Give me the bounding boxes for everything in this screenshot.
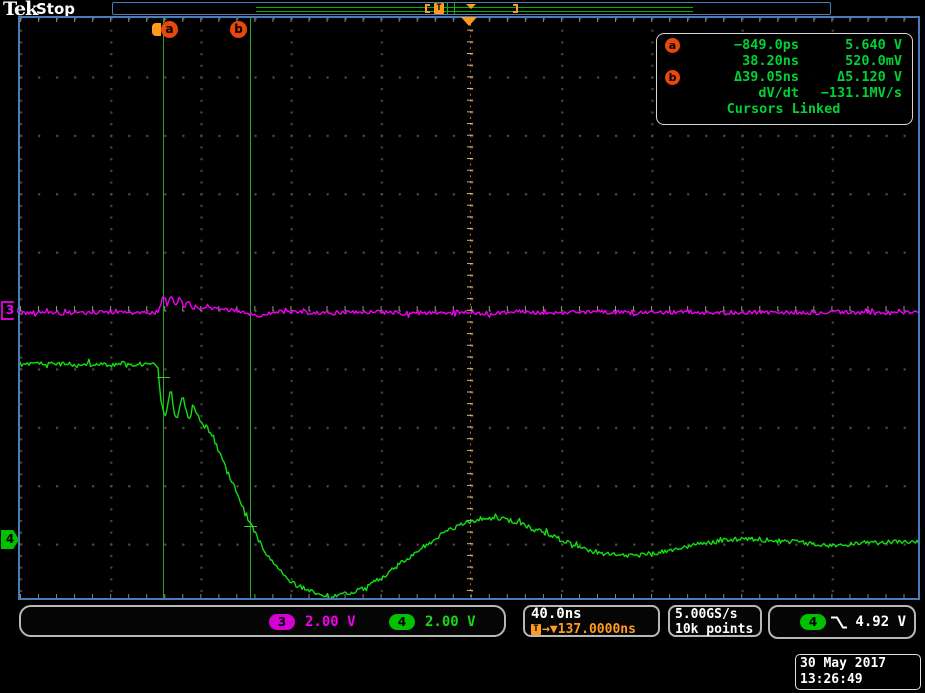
dvdt-label: dV/dt [691, 85, 799, 101]
sample-rate: 5.00GS/s [675, 607, 755, 622]
trace-ch3 [20, 297, 920, 318]
record-trigger-flag-icon: T [434, 3, 444, 14]
record-cursor-b-tick [454, 3, 455, 14]
trigger-position-marker-icon[interactable] [461, 17, 477, 26]
horizontal-settings-box[interactable]: 40.0ns T → ▼ 137.0000ns [523, 605, 660, 637]
acquisition-box[interactable]: 5.00GS/s 10k points [668, 605, 762, 637]
dvdt-value: −131.1MV/s [799, 85, 902, 101]
trigger-settings-box[interactable]: 4 4.92 V [768, 605, 916, 639]
trigger-delay-t-icon: T [531, 624, 541, 635]
cursor-readout-panel: a −849.0ps 5.640 V 38.20ns 520.0mV b Δ39… [656, 33, 913, 125]
cursor-b-badge: b [665, 70, 680, 85]
trigger-delay-marker-icon: ▼ [550, 622, 558, 637]
cursor-delta-time: Δ39.05ns [691, 69, 799, 85]
cursor-delta-voltage: Δ5.120 V [799, 69, 902, 85]
readout-row-a: a −849.0ps 5.640 V [665, 37, 902, 53]
channel-3-ground-marker[interactable]: 3 [1, 301, 19, 320]
channel-scale-box[interactable]: 3 2.00 V 4 2.00 V [19, 605, 506, 637]
cursor-a-handle[interactable]: a [161, 21, 178, 38]
cursor-b-voltage-abs: 520.0mV [799, 53, 902, 69]
zoom-window-left-bracket-icon[interactable] [425, 4, 430, 13]
channel-4-ground-marker[interactable]: 4 [1, 530, 19, 549]
channel-3-scale[interactable]: 2.00 V [305, 614, 356, 630]
trigger-delay-value: 137.0000ns [558, 622, 636, 637]
record-view-bar[interactable]: T [112, 2, 831, 15]
datetime-box: 30 May 2017 13:26:49 [795, 654, 921, 690]
falling-edge-icon [830, 615, 848, 630]
readout-row-a2: 38.20ns 520.0mV [665, 53, 902, 69]
cursor-a-time: −849.0ps [691, 37, 799, 53]
trace-ch4 [20, 359, 920, 600]
cursor-a-badge: a [665, 38, 680, 53]
record-trigger-position-icon [466, 4, 476, 9]
trigger-level: 4.92 V [855, 614, 906, 630]
cursor-a-waveform-marker [157, 377, 170, 378]
timebase-scale: 40.0ns [531, 607, 652, 622]
channel-3-badge[interactable]: 3 [269, 614, 295, 630]
cursors-linked-label: Cursors Linked [665, 101, 902, 117]
cursor-b-time-abs: 38.20ns [691, 53, 799, 69]
channel-4-badge[interactable]: 4 [389, 614, 415, 630]
cursor-b-waveform-marker [244, 526, 257, 527]
channel-4-scale[interactable]: 2.00 V [425, 614, 476, 630]
readout-row-b: b Δ39.05ns Δ5.120 V [665, 69, 902, 85]
time-label: 13:26:49 [800, 672, 916, 688]
cursor-a-voltage: 5.640 V [799, 37, 902, 53]
trigger-delay-readout: T → ▼ 137.0000ns [531, 622, 652, 637]
record-length: 10k points [675, 622, 755, 637]
zoom-window-right-bracket-icon[interactable] [513, 4, 518, 13]
trigger-source-badge: 4 [800, 614, 826, 630]
date-label: 30 May 2017 [800, 656, 916, 672]
trigger-delay-arrow-icon: → [542, 622, 550, 637]
record-cursor-a-tick [447, 3, 448, 14]
cursor-a-flag-icon[interactable] [152, 23, 161, 36]
cursor-b-handle[interactable]: b [230, 21, 247, 38]
record-overview-ch4 [256, 11, 693, 12]
readout-row-dvdt: dV/dt −131.1MV/s [665, 85, 902, 101]
